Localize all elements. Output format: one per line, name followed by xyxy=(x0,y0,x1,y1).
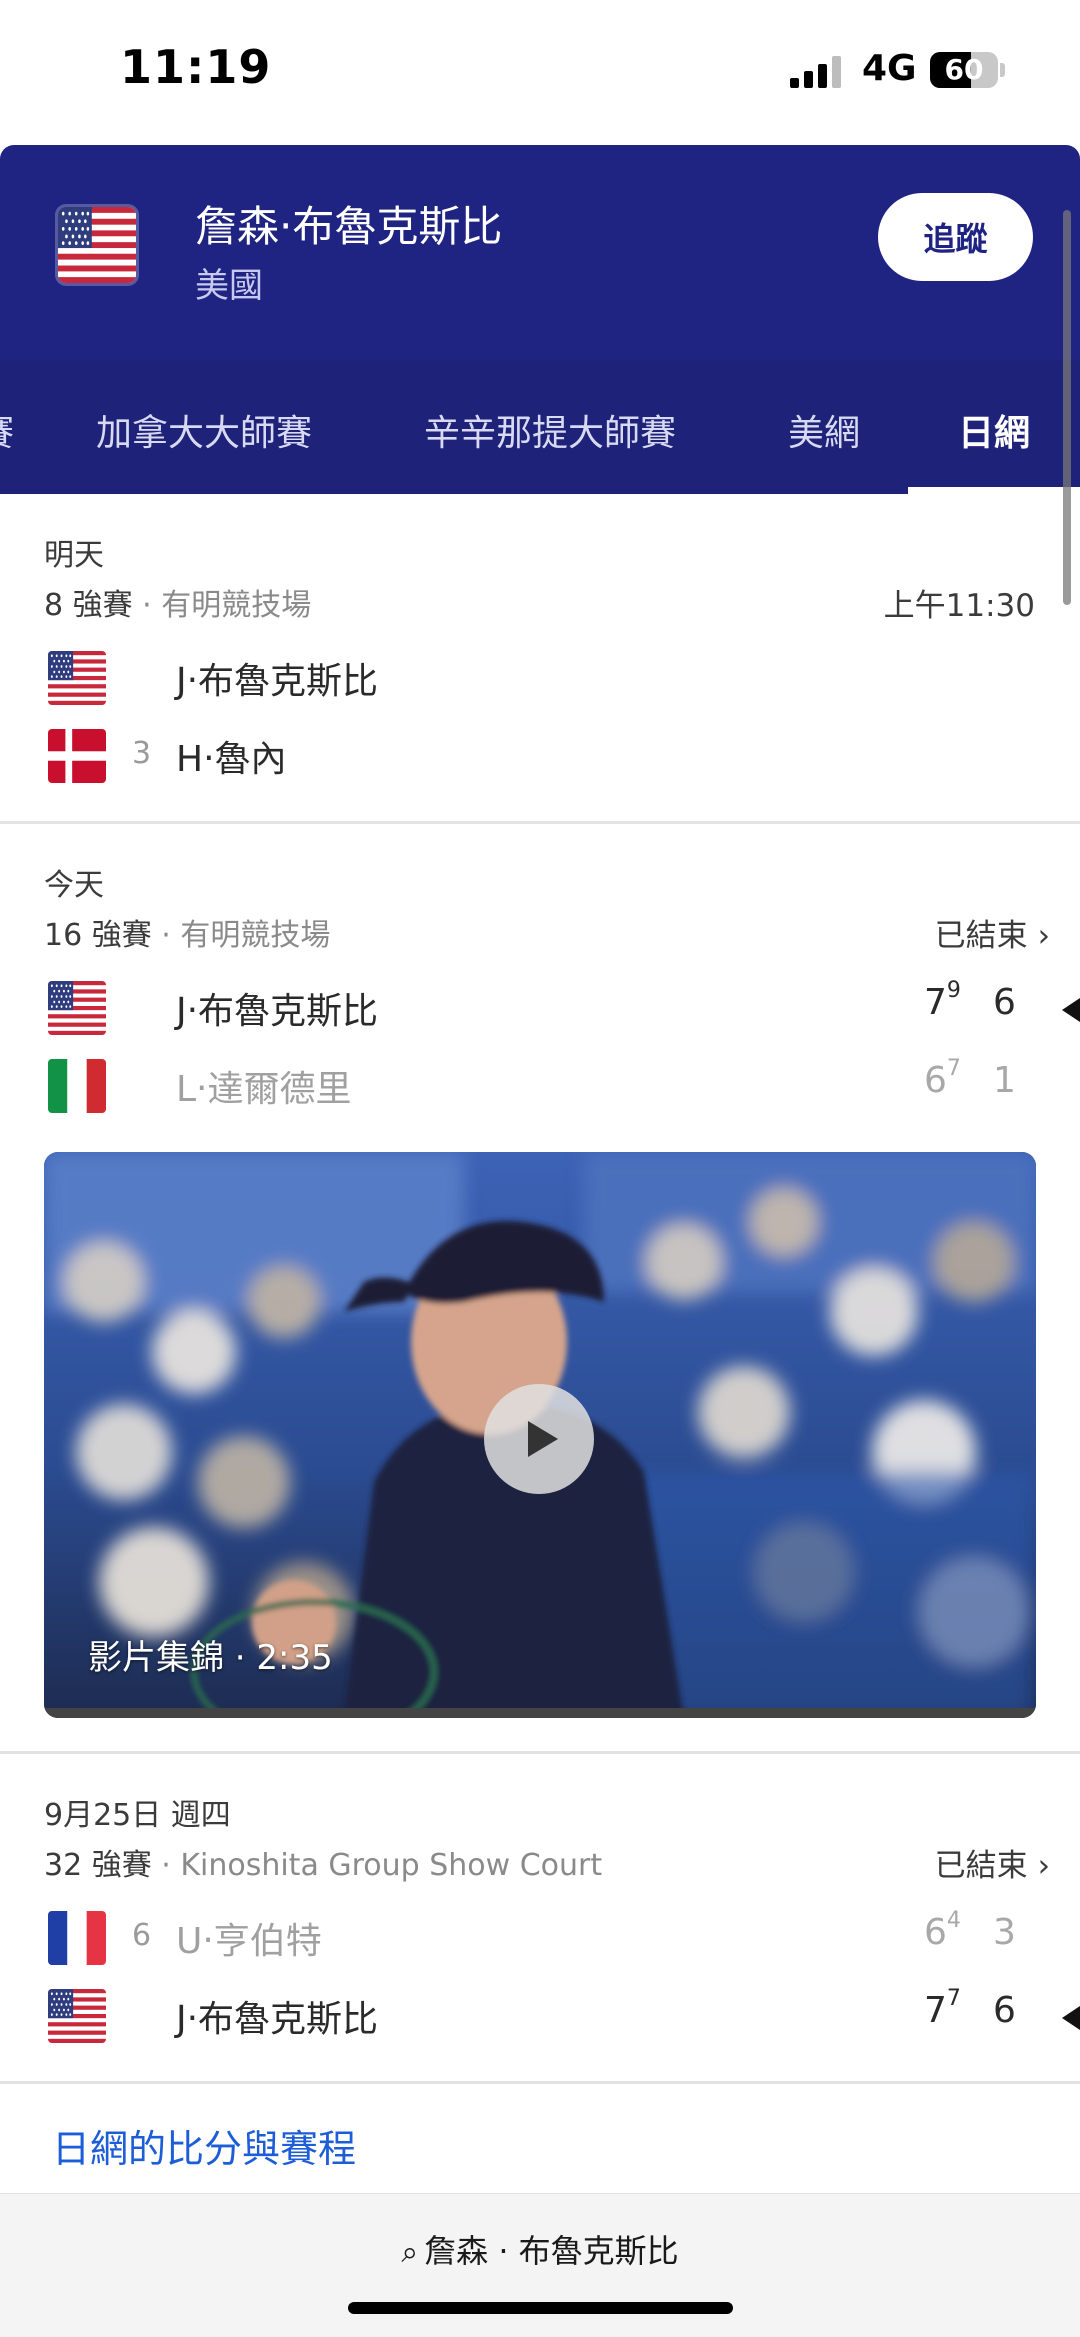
match-card[interactable]: 9月25日 週四 32 強賽 · Kinoshita Group Show Co… xyxy=(0,1754,1080,2084)
tab-japan-open[interactable]: 日網 xyxy=(958,404,1030,456)
video-progress-bar xyxy=(44,1708,1036,1718)
player-row: J‧布魯克斯比 77 6 xyxy=(0,1986,1080,2046)
set-score: 64 xyxy=(924,1908,961,1953)
player-row: J‧布魯克斯比 xyxy=(0,648,1080,708)
player-name: J‧布魯克斯比 xyxy=(176,1999,379,2040)
follow-button[interactable]: 追蹤 xyxy=(878,193,1033,281)
round-label: 8 強賽 xyxy=(44,588,133,623)
match-round: 16 強賽 · 有明競技場 xyxy=(44,910,330,954)
seed: 3 xyxy=(132,736,152,771)
denmark-flag-icon xyxy=(48,729,106,783)
battery-icon: 60 xyxy=(930,52,998,88)
player-name: 詹森‧布魯克斯比 xyxy=(195,202,503,251)
match-round: 8 強賽 · 有明競技場 xyxy=(44,580,311,624)
player-name: J‧布魯克斯比 xyxy=(176,991,379,1032)
search-icon: ⌕ xyxy=(401,2235,419,2270)
italy-flag-icon xyxy=(48,1059,106,1113)
player-header: 詹森‧布魯克斯比 美國 追蹤 xyxy=(0,145,1080,360)
status-time: 11:19 xyxy=(120,40,272,94)
round-label: 16 強賽 xyxy=(44,918,152,953)
scores-schedule-link[interactable]: 日網的比分與賽程 xyxy=(52,2118,356,2173)
tab-previous[interactable]: 賽 xyxy=(0,404,14,456)
chevron-right-icon: › xyxy=(1037,1848,1050,1884)
set-score: 79 xyxy=(924,978,961,1023)
match-status[interactable]: 已結束 › xyxy=(935,910,1050,955)
home-indicator[interactable] xyxy=(348,2302,733,2314)
seed: 6 xyxy=(132,1918,152,1953)
network-type: 4G xyxy=(862,48,917,89)
battery-cap xyxy=(1000,63,1005,77)
status-bar: 11:19 4G 60 xyxy=(0,0,1080,142)
venue-label: · Kinoshita Group Show Court xyxy=(151,1848,603,1883)
tab-cincinnati-masters[interactable]: 辛辛那提大師賽 xyxy=(424,404,676,456)
player-row: L‧達爾德里 67 1 xyxy=(0,1056,1080,1116)
winner-arrow-icon xyxy=(1062,2006,1080,2030)
chevron-right-icon: › xyxy=(1037,918,1050,954)
player-name: U‧亨伯特 xyxy=(176,1921,322,1962)
match-time: 上午11:30 xyxy=(883,588,1035,624)
tournament-tabs: 賽 加拿大大師賽 辛辛那提大師賽 美網 日網 xyxy=(0,360,1080,494)
status-label: 已結束 xyxy=(934,1848,1028,1884)
match-day: 今天 xyxy=(44,868,104,903)
usa-flag-icon xyxy=(58,207,136,283)
set-score: 1 xyxy=(993,1060,1016,1101)
player-country: 美國 xyxy=(195,266,263,306)
winner-arrow-icon xyxy=(1062,998,1080,1022)
play-button[interactable] xyxy=(484,1384,594,1494)
highlight-video[interactable]: 影片集錦 · 2:35 xyxy=(44,1152,1036,1718)
play-icon xyxy=(528,1421,558,1457)
set-score: 3 xyxy=(993,1912,1016,1953)
player-row: 3 H‧魯內 xyxy=(0,726,1080,786)
search-query[interactable]: ⌕ 詹森 · 布魯克斯比 xyxy=(0,2226,1080,2272)
venue-label: · 有明競技場 xyxy=(132,588,312,623)
signal-icon xyxy=(790,56,841,88)
video-caption: 影片集錦 · 2:35 xyxy=(88,1638,333,1678)
set-score: 6 xyxy=(993,1990,1016,2031)
player-row: J‧布魯克斯比 79 6 xyxy=(0,978,1080,1038)
usa-flag-icon xyxy=(48,651,106,705)
match-day: 9月25日 週四 xyxy=(44,1798,231,1833)
match-card[interactable]: 明天 8 強賽 · 有明競技場 上午11:30 J‧布魯克斯比 3 H‧魯內 xyxy=(0,494,1080,824)
battery-level: 60 xyxy=(944,53,984,86)
tab-canada-masters[interactable]: 加拿大大師賽 xyxy=(96,404,312,456)
player-row: 6 U‧亨伯特 64 3 xyxy=(0,1908,1080,1968)
usa-flag-icon xyxy=(48,981,106,1035)
venue-label: · 有明競技場 xyxy=(151,918,331,953)
player-name: H‧魯內 xyxy=(176,739,287,780)
search-query-text: 詹森 · 布魯克斯比 xyxy=(424,2232,679,2270)
france-flag-icon xyxy=(48,1911,106,1965)
scrollbar[interactable] xyxy=(1063,210,1071,605)
match-round: 32 強賽 · Kinoshita Group Show Court xyxy=(44,1840,602,1884)
usa-flag-icon xyxy=(48,1989,106,2043)
player-name: L‧達爾德里 xyxy=(176,1069,352,1110)
status-label: 已結束 xyxy=(934,918,1028,954)
round-label: 32 強賽 xyxy=(44,1848,152,1883)
set-score: 77 xyxy=(924,1986,961,2031)
set-score: 67 xyxy=(924,1056,961,1101)
match-day: 明天 xyxy=(44,538,104,573)
player-name: J‧布魯克斯比 xyxy=(176,661,379,702)
set-score: 6 xyxy=(993,982,1016,1023)
tab-us-open[interactable]: 美網 xyxy=(788,404,860,456)
match-status[interactable]: 已結束 › xyxy=(935,1840,1050,1885)
active-tab-indicator xyxy=(908,487,1080,494)
search-bar[interactable]: ⌕ 詹森 · 布魯克斯比 xyxy=(0,2193,1080,2337)
